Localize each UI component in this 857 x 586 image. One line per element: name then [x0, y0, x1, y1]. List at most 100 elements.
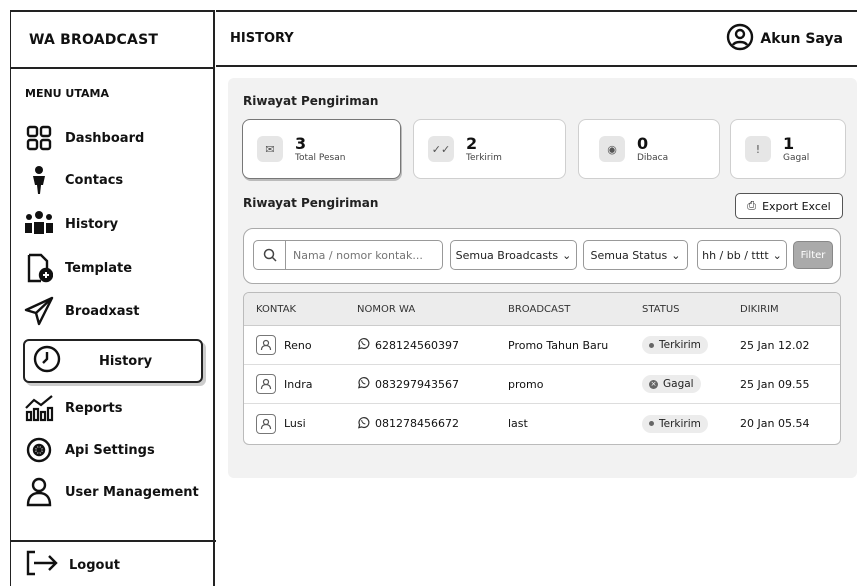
- col-header[interactable]: KONTAK: [244, 304, 357, 315]
- stat-card-gagal[interactable]: ! 1 Gagal: [730, 119, 846, 179]
- search-input[interactable]: [286, 248, 436, 262]
- account-button[interactable]: Akun Saya: [726, 23, 843, 55]
- section-title: Riwayat Pengiriman: [243, 196, 379, 210]
- table-row[interactable]: Indra 083297943567 promo × Gagal 25 Jan 0…: [244, 365, 840, 404]
- phone-number: 081278456672: [375, 417, 459, 430]
- stat-card-terkirim[interactable]: ✓✓ 2 Terkirim: [413, 119, 566, 179]
- sidebar-item-history-active[interactable]: History: [23, 339, 203, 383]
- filter-button[interactable]: Filter: [793, 241, 833, 269]
- sidebar: WA BROADCAST MENU UTAMA Dashboard Contac…: [10, 10, 216, 586]
- sent-time: 25 Jan 12.02: [740, 338, 810, 352]
- col-header[interactable]: NOMOR WA: [357, 304, 508, 315]
- main-content: Riwayat Pengiriman ✉ 3 Total Pesan ✓✓ 2 …: [228, 78, 857, 478]
- logout-icon: [25, 550, 59, 580]
- broadcast-select[interactable]: Semua Broadcasts ⌄: [450, 240, 577, 270]
- chevron-down-icon: ⌄: [562, 248, 572, 262]
- contact-cell: Indra: [244, 374, 357, 394]
- contact-name: Lusi: [284, 417, 306, 430]
- stat-value: 0: [637, 134, 649, 153]
- chevron-down-icon: ⌄: [671, 248, 681, 262]
- account-label: Akun Saya: [760, 30, 843, 47]
- contact-name: Reno: [284, 338, 312, 352]
- phone-number: 083297943567: [375, 377, 459, 391]
- sidebar-item-label: History: [65, 216, 119, 232]
- status-badge: × Gagal: [642, 375, 701, 393]
- whatsapp-icon: [357, 337, 370, 353]
- broadcast-select-value: Semua Broadcasts: [455, 248, 559, 262]
- stat-label: Terkirim: [466, 153, 502, 163]
- file-add-icon: [23, 252, 55, 284]
- status-text: Terkirim: [659, 417, 701, 430]
- sidebar-item-label: Broadxast: [65, 303, 140, 319]
- sidebar-item-label: Reports: [65, 400, 123, 416]
- col-header[interactable]: STATUS: [642, 304, 740, 315]
- col-header[interactable]: DIKIRIM: [740, 304, 840, 315]
- sent-time: 20 Jan 05.54: [740, 417, 810, 430]
- stat-card-dibaca[interactable]: ◉ 0 Dibaca: [578, 119, 720, 179]
- mail-icon: ✉: [257, 136, 283, 162]
- stat-label: Dibaca: [637, 153, 669, 163]
- sidebar-item-history-group[interactable]: History: [23, 208, 118, 240]
- status-cell: × Gagal: [642, 375, 740, 393]
- export-icon: ⎙: [747, 199, 757, 212]
- export-label: Export Excel: [762, 199, 831, 213]
- user-icon: [23, 476, 55, 508]
- sidebar-item-label: Dashboard: [65, 130, 145, 146]
- brand-title: WA BROADCAST: [11, 12, 213, 69]
- table-row[interactable]: Lusi 081278456672 last Terkirim 20 Jan 0…: [244, 404, 840, 443]
- phone-cell: 081278456672: [357, 416, 508, 432]
- contact-cell: Lusi: [244, 413, 357, 434]
- top-header: HISTORY Akun Saya: [216, 10, 857, 67]
- group-icon: [23, 208, 55, 240]
- avatar-icon: [256, 335, 276, 355]
- whatsapp-icon: [357, 416, 370, 432]
- whatsapp-icon: [357, 376, 370, 392]
- phone-cell: 628124560397: [357, 337, 508, 353]
- stat-card-total[interactable]: ✉ 3 Total Pesan: [242, 119, 401, 179]
- sidebar-item-reports[interactable]: Reports: [23, 392, 122, 424]
- status-select[interactable]: Semua Status ⌄: [583, 240, 688, 270]
- stat-label: Total Pesan: [295, 153, 346, 163]
- logout-button[interactable]: Logout: [11, 540, 216, 586]
- avatar-icon: [256, 413, 276, 434]
- export-excel-button[interactable]: ⎙ Export Excel: [735, 193, 843, 219]
- phone-number: 628124560397: [375, 338, 459, 352]
- page-title: HISTORY: [230, 31, 294, 46]
- filter-bar: Semua Broadcasts ⌄ Semua Status ⌄ hh / b…: [243, 228, 841, 284]
- phone-cell: 083297943567: [357, 376, 508, 392]
- stat-label: Gagal: [783, 153, 810, 163]
- section-title: Riwayat Pengiriman: [243, 94, 379, 108]
- menu-section-title: MENU UTAMA: [25, 87, 109, 100]
- sidebar-item-contacs[interactable]: Contacs: [23, 164, 123, 196]
- sidebar-item-user-management[interactable]: User Management: [23, 476, 199, 508]
- search-icon: [254, 241, 286, 269]
- search-box: [253, 240, 443, 270]
- status-select-value: Semua Status: [590, 248, 668, 262]
- alert-icon: !: [745, 136, 771, 162]
- gear-icon: [23, 434, 55, 466]
- history-table: KONTAK NOMOR WA BROADCAST STATUS DIKIRIM…: [243, 292, 841, 445]
- sidebar-item-broadxast[interactable]: Broadxast: [23, 295, 139, 327]
- date-select[interactable]: hh / bb / tttt ⌄: [697, 240, 787, 270]
- send-icon: [23, 295, 55, 327]
- sidebar-item-label: Contacs: [65, 172, 124, 188]
- status-cell: Terkirim: [642, 336, 740, 354]
- sidebar-item-template[interactable]: Template: [23, 252, 132, 284]
- chevron-down-icon: ⌄: [772, 248, 782, 262]
- contact-cell: Reno: [244, 335, 357, 355]
- status-badge: Terkirim: [642, 414, 708, 433]
- sidebar-item-api-settings[interactable]: Api Settings: [23, 434, 155, 466]
- double-check-icon: ✓✓: [428, 136, 454, 162]
- broadcast-name: last: [508, 417, 528, 430]
- eye-icon: ◉: [599, 136, 625, 162]
- avatar-icon: [256, 374, 276, 394]
- broadcast-name: promo: [508, 377, 544, 391]
- contact-name: Indra: [284, 377, 313, 391]
- table-row[interactable]: Reno 628124560397 Promo Tahun Baru Terki…: [244, 326, 840, 365]
- sidebar-item-label: Api Settings: [65, 442, 155, 458]
- stat-value: 1: [783, 134, 795, 153]
- date-select-value: hh / bb / tttt: [702, 248, 769, 262]
- sidebar-item-dashboard[interactable]: Dashboard: [23, 122, 144, 154]
- col-header[interactable]: BROADCAST: [508, 304, 642, 315]
- person-icon: [23, 164, 55, 196]
